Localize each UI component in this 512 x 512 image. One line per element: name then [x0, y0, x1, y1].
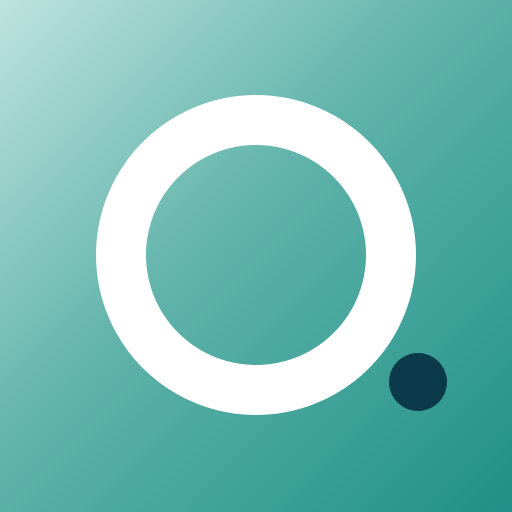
- icon-background: [0, 0, 512, 512]
- app-logo-icon: [0, 0, 512, 512]
- dot-shape-icon: [389, 353, 447, 411]
- app-icon: [0, 0, 512, 512]
